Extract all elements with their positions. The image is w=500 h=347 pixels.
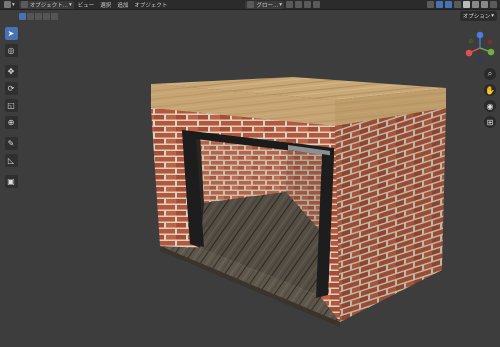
3d-viewport[interactable]: ▾ オブジェクト... ▾ ビュー 選択 追加 オブジェクト グロー... ▾ オプ… — [0, 0, 500, 347]
scene-render — [151, 77, 446, 327]
